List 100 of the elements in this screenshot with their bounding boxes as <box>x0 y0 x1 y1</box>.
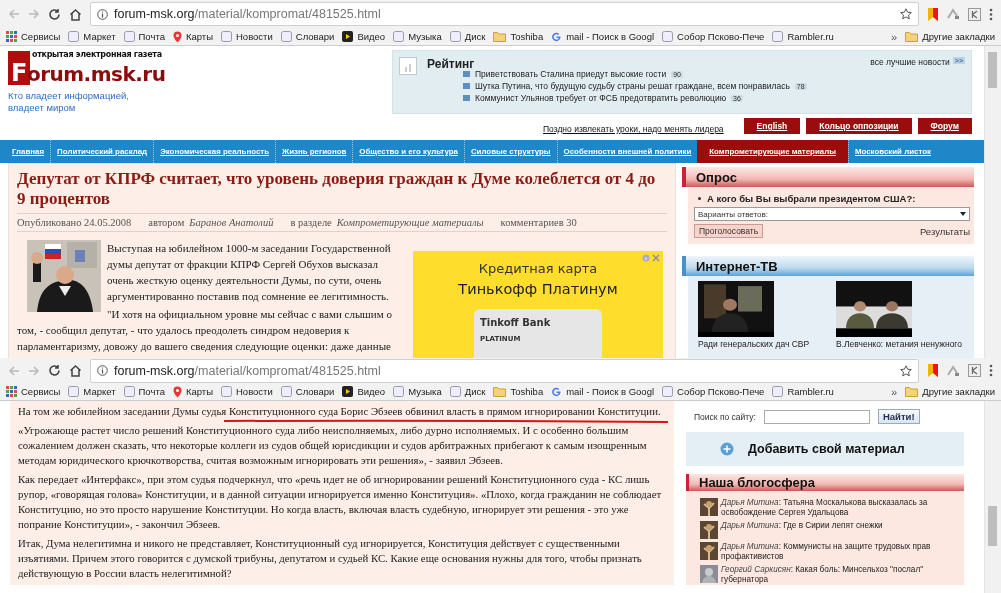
blog-entry[interactable]: Дарья Митина: Татьяна Москалькова высказалась за освобождение Сергея Удальцова <box>721 498 960 518</box>
bookmark[interactable]: Сервисы <box>6 31 61 42</box>
address-bar[interactable]: forum-msk.org/material/kompromat/481525.html <box>90 358 919 383</box>
bookmark[interactable]: Диск <box>449 386 486 397</box>
bookmark[interactable]: Собор Псково-Пече <box>662 386 765 397</box>
apps-icon <box>6 31 17 42</box>
ad-text: Тинькофф Платинум <box>458 281 618 297</box>
bookmark[interactable]: Новости <box>221 31 273 42</box>
bookmark[interactable]: Toshiba <box>493 386 544 397</box>
news-link[interactable]: Коммунист Ульянов требует от ФСБ предотвратить революцию <box>475 93 726 103</box>
news-link[interactable]: Приветствовать Сталина приедут высокие гости <box>475 69 667 79</box>
logo-caption: открытая электронная газета <box>32 50 163 60</box>
scrollbar[interactable] <box>984 46 1001 358</box>
paragraph: "И хотя на официальном уровне мы сейчас с вами слышим о том, - сообщил депутат, - что удалось преодолеть синдром недоверия к парламентаризму, довожу до вашего сведения следующие оценки: даже данные <box>17 308 392 352</box>
headline-link[interactable]: Поздно извлекать уроки, надо менять лидера <box>542 124 724 134</box>
blog-entry[interactable]: Георгий Саркисян: Какая боль: Минсельхоз "послал" губернатора <box>721 565 960 585</box>
menu-icon[interactable] <box>989 364 993 377</box>
bookmark[interactable]: Видео <box>342 31 386 42</box>
k-box-icon[interactable] <box>968 7 981 21</box>
bookmark[interactable]: mail - Поиск в Googl <box>551 386 655 397</box>
section-tab[interactable]: English <box>743 118 801 134</box>
bookmark[interactable]: Toshiba <box>493 31 544 42</box>
url-text: forum-msk.org/material/kompromat/481525.html <box>114 7 382 21</box>
forward-arrow-icon[interactable] <box>28 364 40 377</box>
back-arrow-icon[interactable] <box>8 8 20 20</box>
forward-arrow-icon[interactable] <box>28 8 40 20</box>
more-bookmarks[interactable]: » <box>891 385 898 398</box>
home-icon[interactable] <box>69 364 82 377</box>
square-icon <box>280 31 292 42</box>
menu-icon[interactable] <box>989 7 993 21</box>
paragraph: Выступая на юбилейном 1000-м заседании Государственной думы депутат от фракции КПРФ Сергей Обухов высказал очень жесткую оценку деятельности Думы, по сути, очень аргументированно поставив под сомнение ее легитимность. <box>107 242 391 302</box>
blog-header: Наша блогосфера <box>686 474 964 491</box>
scrollbar-thumb[interactable] <box>988 52 997 88</box>
star-icon[interactable] <box>900 364 912 377</box>
search-button[interactable]: Найти! <box>877 409 920 424</box>
blog-entry[interactable]: Дарья Митина: Коммунисты на защите трудовых прав профактивистов <box>721 542 960 562</box>
answer-dropdown[interactable]: Варианты ответов: <box>694 207 970 221</box>
scrollbar[interactable] <box>984 401 1001 593</box>
rating-title: Рейтинг <box>427 57 475 71</box>
back-arrow-icon[interactable] <box>8 364 20 377</box>
bookmark[interactable]: Музыка <box>393 31 442 42</box>
search-field[interactable] <box>763 409 870 424</box>
square-icon <box>393 386 405 397</box>
bookmark[interactable]: mail - Поиск в Googl <box>551 31 655 42</box>
bookmark[interactable]: Словари <box>280 31 335 42</box>
blog-entry[interactable]: Дарья Митина: Где в Сирии лепят снежки <box>721 521 883 531</box>
author-label: автором <box>148 217 185 228</box>
add-material-text: Добавить свой материал <box>748 442 905 456</box>
bookmark[interactable]: Карты <box>172 30 213 43</box>
other-bookmarks[interactable]: Другие закладки <box>905 386 995 397</box>
flag-icon[interactable] <box>927 364 939 377</box>
home-icon[interactable] <box>69 7 82 21</box>
video-caption[interactable]: Ради генеральских дач СВР <box>698 339 810 350</box>
url-text: forum-msk.org/material/kompromat/481525.html <box>114 363 382 378</box>
close-icon[interactable] <box>652 254 660 262</box>
extension-icon[interactable] <box>947 364 960 377</box>
bookmark[interactable]: Почта <box>123 31 165 42</box>
bookmark[interactable]: Сервисы <box>6 386 61 397</box>
info-icon <box>97 8 108 20</box>
bookmark[interactable]: Маркет <box>68 386 116 397</box>
square-icon <box>772 386 784 397</box>
extension-icon[interactable] <box>947 8 960 20</box>
section-tab[interactable]: Форум <box>917 118 972 134</box>
bookmark[interactable]: Маркет <box>68 31 116 42</box>
star-icon[interactable] <box>900 8 912 20</box>
info-icon[interactable] <box>642 254 650 262</box>
bookmark[interactable]: Диск <box>449 31 486 42</box>
results-link[interactable]: Результаты <box>919 225 970 237</box>
k-box-icon[interactable] <box>968 364 981 377</box>
reload-icon[interactable] <box>48 7 61 21</box>
bookmark[interactable]: Rambler.ru <box>772 386 834 397</box>
scrollbar-thumb[interactable] <box>988 506 997 546</box>
author-link[interactable]: Баранов Анатолий <box>189 217 274 228</box>
pin-icon <box>172 30 182 43</box>
more-bookmarks[interactable]: » <box>891 30 898 43</box>
section-tab[interactable]: Кольцо оппозиции <box>806 118 912 134</box>
folder-icon <box>493 31 507 42</box>
tv-header: Интернет-ТВ <box>682 256 974 276</box>
other-bookmarks[interactable]: Другие закладки <box>905 31 995 42</box>
reload-icon[interactable] <box>48 364 61 377</box>
section-link[interactable]: Компрометирующие материалы <box>336 217 484 228</box>
bookmark[interactable]: Музыка <box>393 386 442 397</box>
bookmark[interactable]: Видео <box>342 386 386 397</box>
address-bar[interactable]: forum-msk.org/material/kompromat/481525.html <box>90 2 919 26</box>
paragraph: Как передает «Интерфакс», при этом судья подчеркнул, что «речь идет не об игнорировании решений Конституционного суда - КС лишь рупор, «говорящая голова» Конституции, и в данной ситуации игнорируется именно Конституция». «Плохо, когда гражданин не соблюдает Конституцию, но это просто нарушение Конституции. Но когда власть, включая власть судебную, игнорирует эти решения - это уже попрание Конституции», - закончил Эбзеев. <box>18 473 662 530</box>
paragraph: Итак, Дума нелегитимна и никого не представляет, Конституционный суд игнорируется, Конституция действует с существенными изъятиями. Причем этого говорится с думской трибуны, депутатом и судьей КС. Какие еще основания нужны для того, чтобы признать действующую в России власть нелегитимной? <box>18 537 642 579</box>
add-material-panel[interactable]: Добавить свой материал <box>686 432 964 466</box>
comment-count: комментариев 30 <box>500 217 577 228</box>
bookmark[interactable]: Словари <box>280 386 335 397</box>
bookmark[interactable]: Карты <box>172 385 213 398</box>
vote-button[interactable]: Проголосовать <box>694 224 764 238</box>
flag-icon[interactable] <box>927 7 939 21</box>
bookmark[interactable]: Собор Псково-Пече <box>662 31 765 42</box>
paragraph: «Угрожающе растет число решений Конституционного суда либо неисполняемых, либо дурно исполняемых. И с особенно большим сожалением должен сказать, что некоторые коллеги из судов общей юрисдикции и судов арбитражных прибегают к самым изощренным методам юридического крючкотворства, считая возможным игнорировать эти решения», - заявил Эбзеев. <box>18 424 647 466</box>
video-caption[interactable]: В.Левченко: метания ненужного <box>836 339 962 350</box>
all-news-link[interactable]: все лучшие новости <box>870 57 950 67</box>
bookmark[interactable]: Почта <box>123 386 165 397</box>
news-link[interactable]: Шутка Путина, что будущую судьбу страны решат граждане, всем понравилась <box>475 81 790 91</box>
bookmark[interactable]: Rambler.ru <box>772 31 834 42</box>
bookmark[interactable]: Новости <box>221 386 273 397</box>
